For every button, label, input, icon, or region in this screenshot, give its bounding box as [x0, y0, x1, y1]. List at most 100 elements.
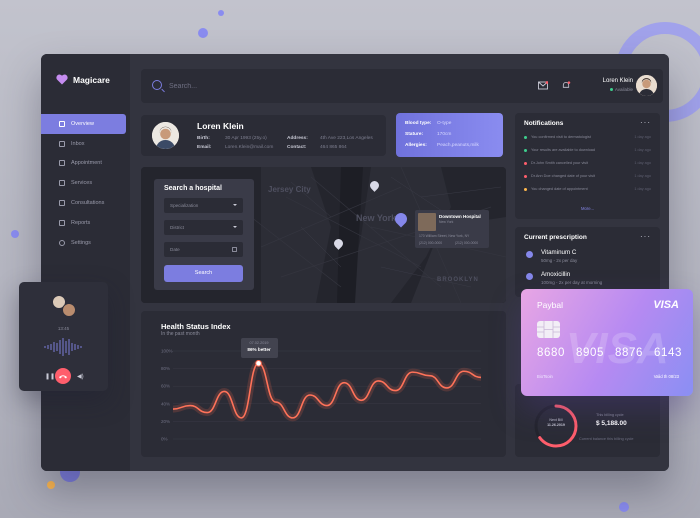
- district-value: District: [170, 225, 185, 230]
- sidebar-item-consultations[interactable]: Consultations: [41, 193, 130, 213]
- search-input[interactable]: [169, 80, 369, 92]
- search-button[interactable]: Search: [164, 265, 243, 282]
- hospital-address: 170 William Street, New York, NY: [419, 234, 470, 238]
- avatar[interactable]: [152, 122, 179, 149]
- hospital-popup[interactable]: Downtown Hospital New York 170 William S…: [415, 210, 489, 248]
- billing-amount: $ 5,188.00: [596, 420, 627, 427]
- pause-icon[interactable]: ❚❚: [45, 373, 55, 380]
- blood-type-row: Blood type: O-type: [405, 121, 451, 126]
- hospital-city: New York: [439, 220, 454, 224]
- sidebar-item-appointment[interactable]: Appointment: [41, 154, 130, 174]
- hospital-map[interactable]: Jersey City New York BROOKLYN Downtown H…: [141, 167, 506, 303]
- more-notifications-link[interactable]: More...: [515, 206, 660, 211]
- avatar[interactable]: [62, 303, 76, 317]
- sidebar-item-services[interactable]: Services: [41, 173, 130, 193]
- blood-type-label: Blood type:: [405, 121, 432, 126]
- sidebar-item-overview[interactable]: Overview: [41, 114, 126, 134]
- medicine-name: Vitaminum C: [541, 249, 577, 256]
- logo[interactable]: Magicare: [56, 74, 110, 85]
- prescription-card: Current prescription ··· Vitaminum C 50m…: [515, 227, 660, 297]
- calendar-icon: [59, 160, 65, 167]
- report-icon: [59, 219, 65, 226]
- address-row: Address: 4th Ave 223,Los Angeles: [287, 136, 373, 141]
- hospital-phone: (212) 000-0000: [455, 241, 479, 245]
- email-label: Email:: [197, 145, 212, 150]
- avatar[interactable]: [636, 75, 657, 96]
- sidebar-item-reports[interactable]: Reports: [41, 213, 130, 233]
- notifications-title: Notifications: [524, 120, 564, 127]
- map-label: BROOKLYN: [437, 277, 479, 283]
- layers-icon: [59, 180, 65, 187]
- notification-item[interactable]: You changed date of appointment 1 day ag…: [524, 187, 651, 191]
- notification-item[interactable]: Dr.Ann Doe changed date of your visit 1 …: [524, 174, 651, 178]
- hospital-name: Downtown Hospital: [439, 214, 481, 219]
- decor-dot: [198, 28, 208, 38]
- user-status: Available: [609, 87, 633, 92]
- pill-dot-icon: [526, 251, 533, 258]
- decor-dot: [218, 10, 224, 16]
- hang-up-button[interactable]: [55, 368, 71, 384]
- address-value: 4th Ave 223,Los Angeles: [320, 136, 373, 141]
- heart-logo-icon: [56, 74, 68, 85]
- sidebar-item-settings[interactable]: Settings: [41, 233, 130, 253]
- user-name: Loren Klein: [602, 78, 633, 84]
- specialization-select[interactable]: Specialization: [164, 198, 243, 213]
- chart-tooltip: 07.02.2019 86% better: [240, 338, 278, 359]
- mail-icon[interactable]: [538, 81, 548, 90]
- sidebar-item-label: Settings: [71, 239, 91, 246]
- series-line-glow: [172, 359, 482, 422]
- credit-card[interactable]: VISA Paybal VISA 8680 8905 8876 6143 Bio…: [521, 289, 693, 396]
- notification-dot-icon: [524, 187, 527, 191]
- allergies-value: Peach,peanuts,milk: [437, 143, 479, 148]
- sidebar-item-label: Reports: [71, 219, 91, 226]
- more-options-icon[interactable]: ···: [640, 118, 651, 127]
- app-name: Magicare: [73, 74, 110, 85]
- notification-item[interactable]: Your results are available to download 1…: [524, 148, 651, 152]
- top-bar: Loren Klein Available: [141, 69, 663, 103]
- email-row: Email: Loren.Klein@mail.com: [197, 145, 273, 150]
- date-field[interactable]: Date: [164, 242, 243, 257]
- search-icon[interactable]: [152, 80, 162, 90]
- prescription-item[interactable]: Amoxicillin 100mg - 2x per day at mornin…: [526, 271, 602, 285]
- notification-dot-icon: [524, 174, 527, 178]
- prescription-item[interactable]: Vitaminum C 50mg - 2x per day: [526, 249, 577, 263]
- pill-dot-icon: [526, 273, 533, 280]
- card-number-group: 6143: [654, 347, 682, 359]
- notification-time: 1 day ago: [634, 174, 651, 178]
- notification-text: Dr.John Smith cancelled your visit: [531, 161, 588, 165]
- grid-icon: [59, 120, 65, 127]
- decor-dot: [619, 502, 629, 512]
- medicine-name: Amoxicillin: [541, 271, 571, 278]
- y-tick-label: 20%: [161, 419, 170, 424]
- card-number-group: 8905: [576, 347, 604, 359]
- district-select[interactable]: District: [164, 220, 243, 235]
- stature-value: 170cm: [437, 132, 452, 137]
- notification-text: Your results are available to download: [531, 148, 596, 152]
- contact-label: Contact:: [287, 145, 307, 150]
- data-point[interactable]: [255, 360, 262, 367]
- sidebar-item-label: Consultations: [71, 200, 105, 207]
- sidebar-item-label: Overview: [71, 120, 94, 127]
- bell-icon[interactable]: [561, 81, 571, 90]
- speaker-icon[interactable]: ◀): [77, 373, 84, 380]
- contact-value: 464 865 864: [320, 145, 347, 150]
- tooltip-value: 86% better: [247, 347, 271, 353]
- hospital-search-panel: Search a hospital Specialization Distric…: [154, 179, 254, 290]
- more-options-icon[interactable]: ···: [640, 232, 651, 241]
- y-tick-label: 0%: [161, 437, 168, 442]
- card-valid: Valid th 08/23: [653, 374, 679, 379]
- health-line-chart: 100% 80% 60% 40% 20% 0%: [161, 349, 482, 442]
- user-status-label: Available: [614, 87, 633, 92]
- sidebar-item-inbox[interactable]: Inbox: [41, 134, 130, 154]
- tooltip-date: 07.02.2019: [249, 341, 269, 346]
- notification-item[interactable]: Dr.John Smith cancelled your visit 1 day…: [524, 161, 651, 165]
- stature-row: Stature: 170cm: [405, 132, 451, 137]
- next-bill-date: 11.26.2019: [547, 423, 565, 427]
- notification-time: 1 day ago: [634, 187, 651, 191]
- chevron-down-icon: [233, 226, 237, 228]
- chevron-down-icon: [233, 204, 237, 206]
- chat-icon: [59, 200, 65, 207]
- calendar-icon: [232, 247, 237, 252]
- notification-item[interactable]: You confirmed visit to dermatologist 1 d…: [524, 135, 651, 139]
- next-bill: Next Bill 11.26.2019: [536, 418, 576, 427]
